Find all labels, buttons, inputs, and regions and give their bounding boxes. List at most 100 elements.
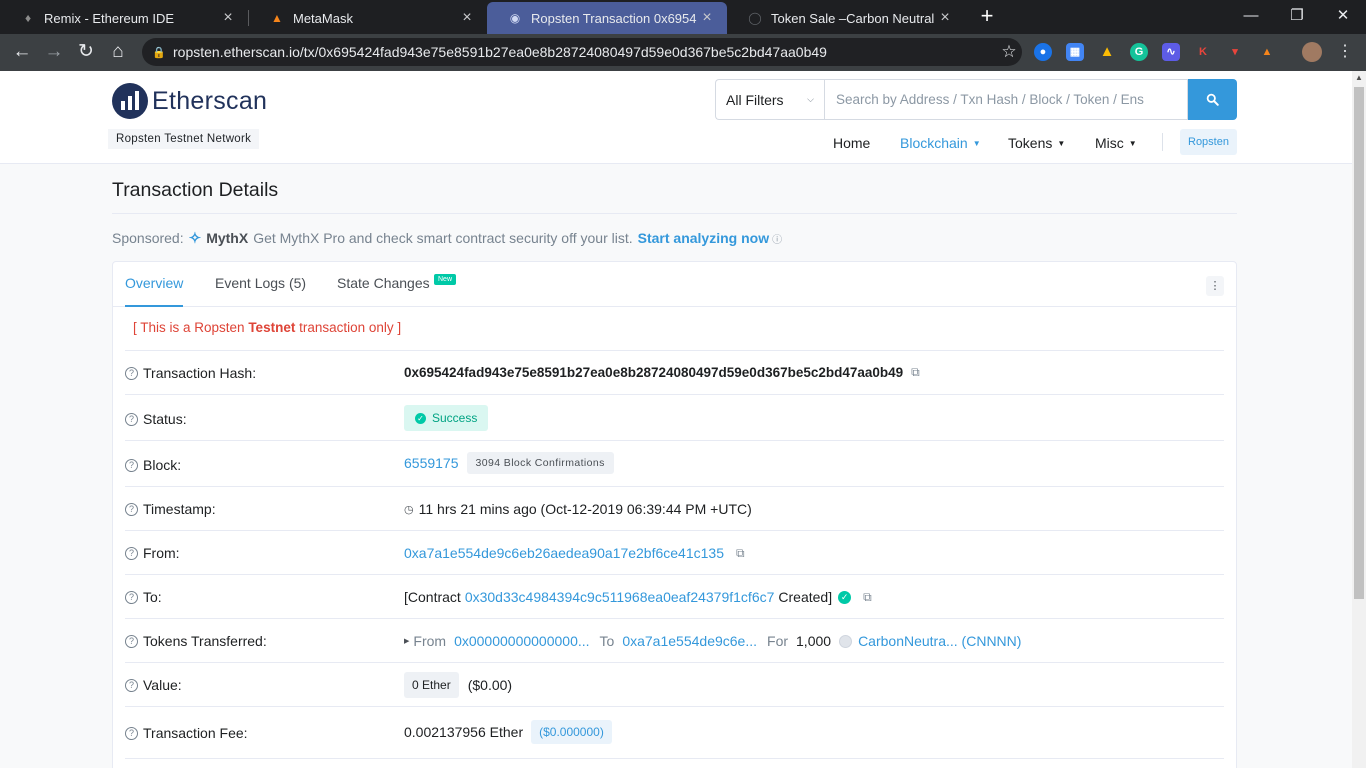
fee-ether: 0.002137956 Ether <box>404 724 524 740</box>
question-icon[interactable]: ? <box>125 412 138 426</box>
maximize-button[interactable]: ❐ <box>1274 4 1320 30</box>
row-value: [Contract 0x30d33c4984394c9c511968ea0eaf… <box>404 589 872 605</box>
home-icon[interactable]: ⌂ <box>105 40 131 66</box>
network-switch-button[interactable]: Ropsten <box>1180 129 1237 155</box>
block-label: Block: <box>143 457 182 473</box>
token-name-link[interactable]: CarbonNeutra... (CNNNN) <box>858 633 1021 649</box>
row-value: ✓ Success <box>404 405 489 431</box>
metamask-fox-icon: ▲ <box>271 11 283 25</box>
row-transaction-hash: ? Transaction Hash: 0x695424fad943e75e85… <box>125 350 1224 394</box>
page-scrollbar[interactable]: ▲ <box>1352 71 1366 768</box>
to-prefix: [Contract <box>404 589 461 605</box>
question-icon[interactable]: ? <box>125 502 138 516</box>
close-tab-icon[interactable]: × <box>935 9 955 27</box>
more-options-icon[interactable]: ⋮ <box>1206 276 1224 296</box>
token-icon <box>839 634 853 648</box>
pdf-icon[interactable]: ▾ <box>1226 43 1244 61</box>
sponsor-cta-link[interactable]: Start analyzing now <box>638 230 769 246</box>
tab-token-sale[interactable]: ◯ Token Sale –Carbon Neutral Proje × <box>727 2 965 34</box>
address-bar[interactable]: 🔒 ropsten.etherscan.io/tx/0x695424fad943… <box>142 38 1022 66</box>
avatar[interactable] <box>1302 42 1322 62</box>
grammarly-icon[interactable]: G <box>1130 43 1148 61</box>
bookmark-star-icon[interactable]: ☆ <box>996 42 1022 62</box>
new-tab-button[interactable]: + <box>974 5 1000 29</box>
extension-k-icon[interactable]: K <box>1194 43 1212 61</box>
question-icon[interactable]: ? <box>125 678 138 692</box>
tab-title: Ropsten Transaction 0x695424fad <box>531 10 697 26</box>
drive-icon[interactable]: ▲ <box>1098 43 1116 61</box>
tab-metamask[interactable]: ▲ MetaMask × <box>249 2 487 34</box>
question-icon[interactable]: ? <box>125 458 138 472</box>
minimize-button[interactable]: — <box>1228 4 1274 30</box>
check-circle-icon: ✓ <box>838 590 852 604</box>
chevron-down-icon: ▼ <box>1057 139 1066 148</box>
tab-state-changes[interactable]: State Changes <box>337 262 430 307</box>
search-input[interactable] <box>824 79 1188 120</box>
question-icon[interactable]: ? <box>125 366 138 380</box>
block-number-link[interactable]: 6559175 <box>404 455 459 471</box>
tab-title: Token Sale –Carbon Neutral Proje <box>771 10 935 26</box>
question-icon[interactable]: ? <box>125 590 138 604</box>
mythx-logo-icon: ✧ <box>188 230 202 247</box>
close-tab-icon[interactable]: × <box>697 9 717 27</box>
row-divider <box>125 758 1224 768</box>
etherscan-logo[interactable]: Etherscan <box>112 83 267 119</box>
card-tabs: Overview Event Logs (5) State Changes Ne… <box>113 262 1236 307</box>
nav-misc[interactable]: Misc ▼ <box>1095 131 1137 155</box>
nav-home[interactable]: Home <box>833 131 870 155</box>
tokens-to-link[interactable]: 0xa7a1e554de9c6e... <box>622 633 757 649</box>
close-tab-icon[interactable]: × <box>457 9 477 27</box>
info-icon[interactable]: ⓘ <box>772 231 782 246</box>
tab-remix[interactable]: ♦ Remix - Ethereum IDE × <box>0 2 248 34</box>
tokens-from-link[interactable]: 0x00000000000000... <box>454 633 589 649</box>
back-arrow-icon[interactable]: ← <box>9 40 35 66</box>
url-text[interactable]: ropsten.etherscan.io/tx/0x695424fad943e7… <box>173 44 996 60</box>
page-title: Transaction Details <box>112 179 279 201</box>
metamask-fox-icon[interactable]: ▲ <box>1258 43 1276 61</box>
close-tab-icon[interactable]: × <box>218 9 238 27</box>
copy-icon[interactable]: ⧉ <box>736 546 745 561</box>
etherscan-page: Etherscan Ropsten Testnet Network All Fi… <box>0 71 1352 768</box>
chevron-down-icon: ▼ <box>972 139 981 148</box>
row-label: ? Transaction Hash: <box>125 365 256 381</box>
timestamp-label: Timestamp: <box>143 501 216 517</box>
transaction-card: Overview Event Logs (5) State Changes Ne… <box>112 261 1237 768</box>
calendar-extension-icon[interactable]: ▦ <box>1066 43 1084 61</box>
search-button[interactable] <box>1188 79 1237 120</box>
question-icon[interactable]: ? <box>125 634 138 648</box>
contract-address-link[interactable]: 0x30d33c4984394c9c511968ea0eaf24379f1cf6… <box>465 589 775 605</box>
fee-usd-badge: ($0.000000) <box>531 720 612 744</box>
copy-icon[interactable]: ⧉ <box>863 590 872 605</box>
search-bar: All Filters ⌵ <box>715 79 1237 120</box>
clock-icon: ◷ <box>404 503 414 516</box>
chevron-down-icon: ▼ <box>1128 139 1137 148</box>
browser-toolbar: ← → ↻ ⌂ 🔒 ropsten.etherscan.io/tx/0x6954… <box>0 34 1366 71</box>
from-address-link[interactable]: 0xa7a1e554de9c6eb26aedea90a17e2bf6ce41c1… <box>404 545 724 561</box>
menu-kebab-icon[interactable]: ⋮ <box>1332 40 1358 66</box>
extension-icon[interactable]: ● <box>1034 43 1052 61</box>
tab-event-logs[interactable]: Event Logs (5) <box>215 262 306 307</box>
scrollbar-thumb[interactable] <box>1354 87 1364 599</box>
lock-icon: 🔒 <box>152 46 166 59</box>
nav-tokens[interactable]: Tokens ▼ <box>1008 131 1065 155</box>
row-label: ? Transaction Fee: <box>125 725 248 741</box>
tab-etherscan[interactable]: ◉ Ropsten Transaction 0x695424fad × <box>487 2 727 34</box>
question-icon[interactable]: ? <box>125 546 138 560</box>
nav-blockchain[interactable]: Blockchain ▼ <box>900 131 981 155</box>
forward-arrow-icon[interactable]: → <box>41 40 67 66</box>
reload-icon[interactable]: ↻ <box>73 40 99 66</box>
from-label: From: <box>143 545 180 561</box>
filter-select[interactable]: All Filters ⌵ <box>715 79 824 120</box>
row-value: 6559175 3094 Block Confirmations <box>404 452 614 474</box>
scroll-up-icon[interactable]: ▲ <box>1352 73 1366 82</box>
transaction-hash: 0x695424fad943e75e8591b27ea0e8b287240804… <box>404 365 904 380</box>
close-window-button[interactable]: ✕ <box>1320 4 1366 30</box>
tab-overview[interactable]: Overview <box>125 262 184 307</box>
copy-icon[interactable]: ⧉ <box>911 365 920 380</box>
row-label: ? Tokens Transferred: <box>125 633 267 649</box>
row-tokens-transferred: ? Tokens Transferred: ▶ From 0x000000000… <box>125 618 1224 662</box>
question-icon[interactable]: ? <box>125 726 138 740</box>
network-badge: Ropsten Testnet Network <box>108 129 260 149</box>
row-value: ▶ From 0x00000000000000... To 0xa7a1e554… <box>404 633 1021 649</box>
extension-icon[interactable]: ∿ <box>1162 43 1180 61</box>
